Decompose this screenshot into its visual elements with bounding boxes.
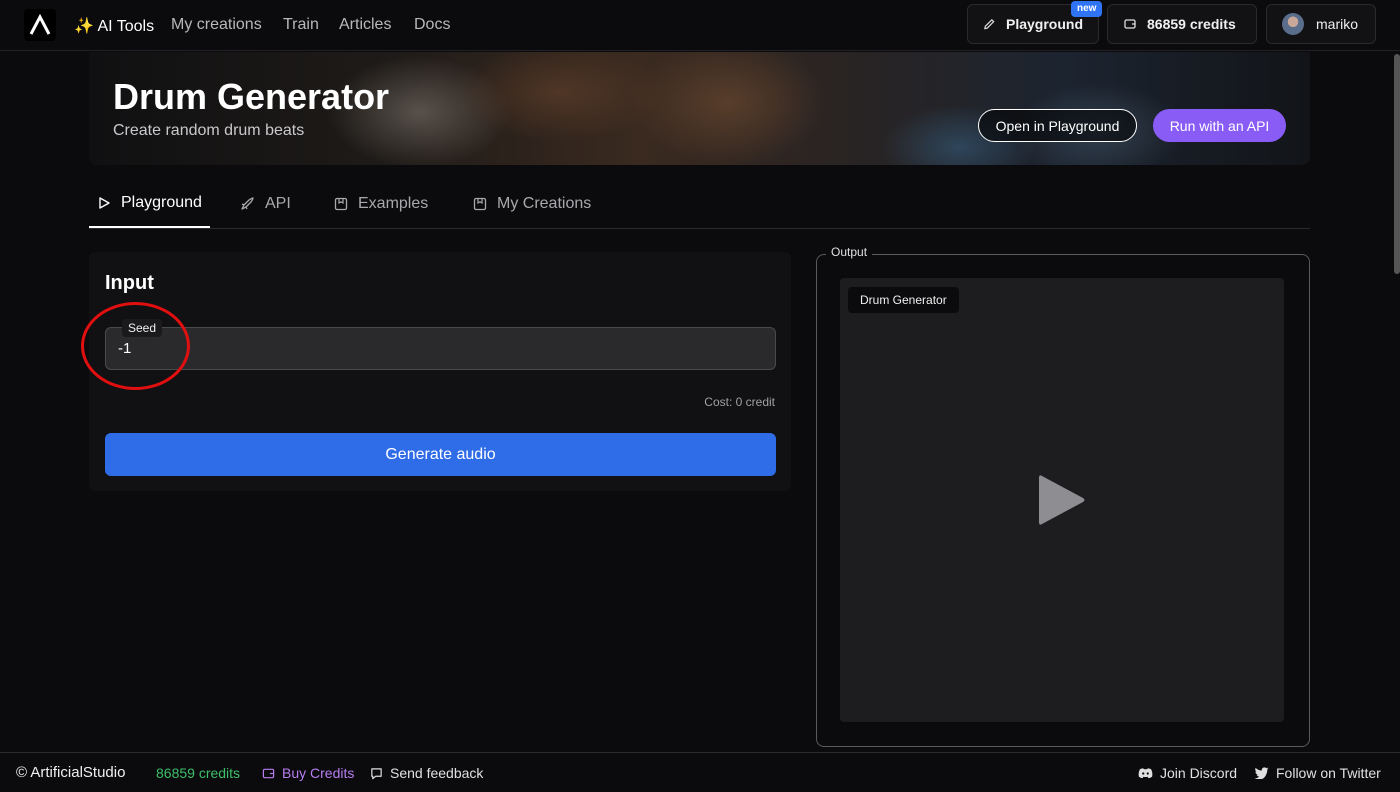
join-discord-label: Join Discord (1160, 765, 1238, 781)
logo-icon[interactable] (24, 9, 56, 41)
generate-audio-button[interactable]: Generate audio (105, 433, 776, 476)
rocket-icon (241, 197, 254, 210)
top-navigation: ✨ AI Tools My creations Train Articles D… (0, 0, 1400, 51)
bookmark-box-icon (334, 197, 348, 211)
avatar (1282, 13, 1304, 35)
nav-articles[interactable]: Articles (339, 16, 391, 34)
footer-credits: 86859 credits (156, 765, 241, 781)
output-chip: Drum Generator (848, 287, 959, 313)
follow-twitter-label: Follow on Twitter (1276, 765, 1381, 781)
tab-api[interactable]: API (239, 180, 291, 228)
input-title: Input (105, 272, 154, 294)
send-feedback-link[interactable]: Send feedback (370, 765, 483, 781)
scrollbar[interactable] (1394, 54, 1400, 274)
credits-button[interactable]: 86859 credits (1107, 4, 1257, 44)
user-menu[interactable]: mariko (1266, 4, 1376, 44)
discord-icon (1138, 768, 1153, 779)
pencil-icon (984, 18, 995, 30)
page-title: Drum Generator (113, 76, 390, 117)
tab-examples-label: Examples (358, 195, 429, 212)
credits-label: 86859 credits (1147, 16, 1236, 32)
user-name: mariko (1316, 16, 1359, 32)
nav-my-creations[interactable]: My creations (171, 16, 262, 34)
tab-playground-label: Playground (121, 194, 202, 211)
join-discord-link[interactable]: Join Discord (1138, 765, 1237, 781)
tab-api-label: API (265, 195, 291, 212)
nav-docs[interactable]: Docs (414, 16, 450, 34)
tab-my-creations-label: My Creations (497, 195, 592, 212)
tab-my-creations[interactable]: My Creations (473, 180, 591, 228)
hero-banner: Drum Generator Create random drum beats … (89, 52, 1310, 165)
run-with-api-button[interactable]: Run with an API (1153, 109, 1286, 142)
open-in-playground-button[interactable]: Open in Playground (978, 109, 1137, 142)
nav-train[interactable]: Train (283, 16, 319, 34)
input-panel: Input Cost: 0 credit Generate audio (89, 252, 791, 491)
send-feedback-label: Send feedback (390, 765, 484, 781)
seed-input[interactable] (118, 340, 738, 357)
play-icon[interactable] (1036, 472, 1088, 528)
page-subtitle: Create random drum beats (113, 122, 305, 139)
buy-credits-label: Buy Credits (282, 765, 355, 781)
tab-bar: Playground API Examples My Creations (89, 180, 1310, 229)
new-badge: new (1071, 1, 1103, 17)
cost-label: Cost: 0 credit (704, 395, 775, 409)
twitter-icon (1254, 767, 1269, 779)
wallet-icon (262, 768, 275, 778)
seed-field[interactable] (105, 327, 776, 370)
tab-playground[interactable]: Playground (89, 180, 210, 228)
nav-ai-tools[interactable]: ✨ AI Tools (74, 16, 154, 36)
play-outline-icon (99, 197, 110, 209)
chat-bubble-icon (371, 767, 382, 779)
wallet-icon (1124, 19, 1136, 29)
follow-twitter-link[interactable]: Follow on Twitter (1254, 765, 1381, 781)
footer-brand[interactable]: © ArtificialStudio (16, 764, 125, 781)
playground-button-label: Playground (1005, 16, 1083, 32)
tab-examples[interactable]: Examples (334, 180, 428, 228)
red-annotation-circle (81, 302, 190, 390)
footer: © ArtificialStudio 86859 credits Buy Cre… (0, 752, 1400, 792)
buy-credits-link[interactable]: Buy Credits (262, 765, 354, 781)
output-label: Output (826, 245, 873, 259)
bookmark-box-icon (473, 197, 487, 211)
